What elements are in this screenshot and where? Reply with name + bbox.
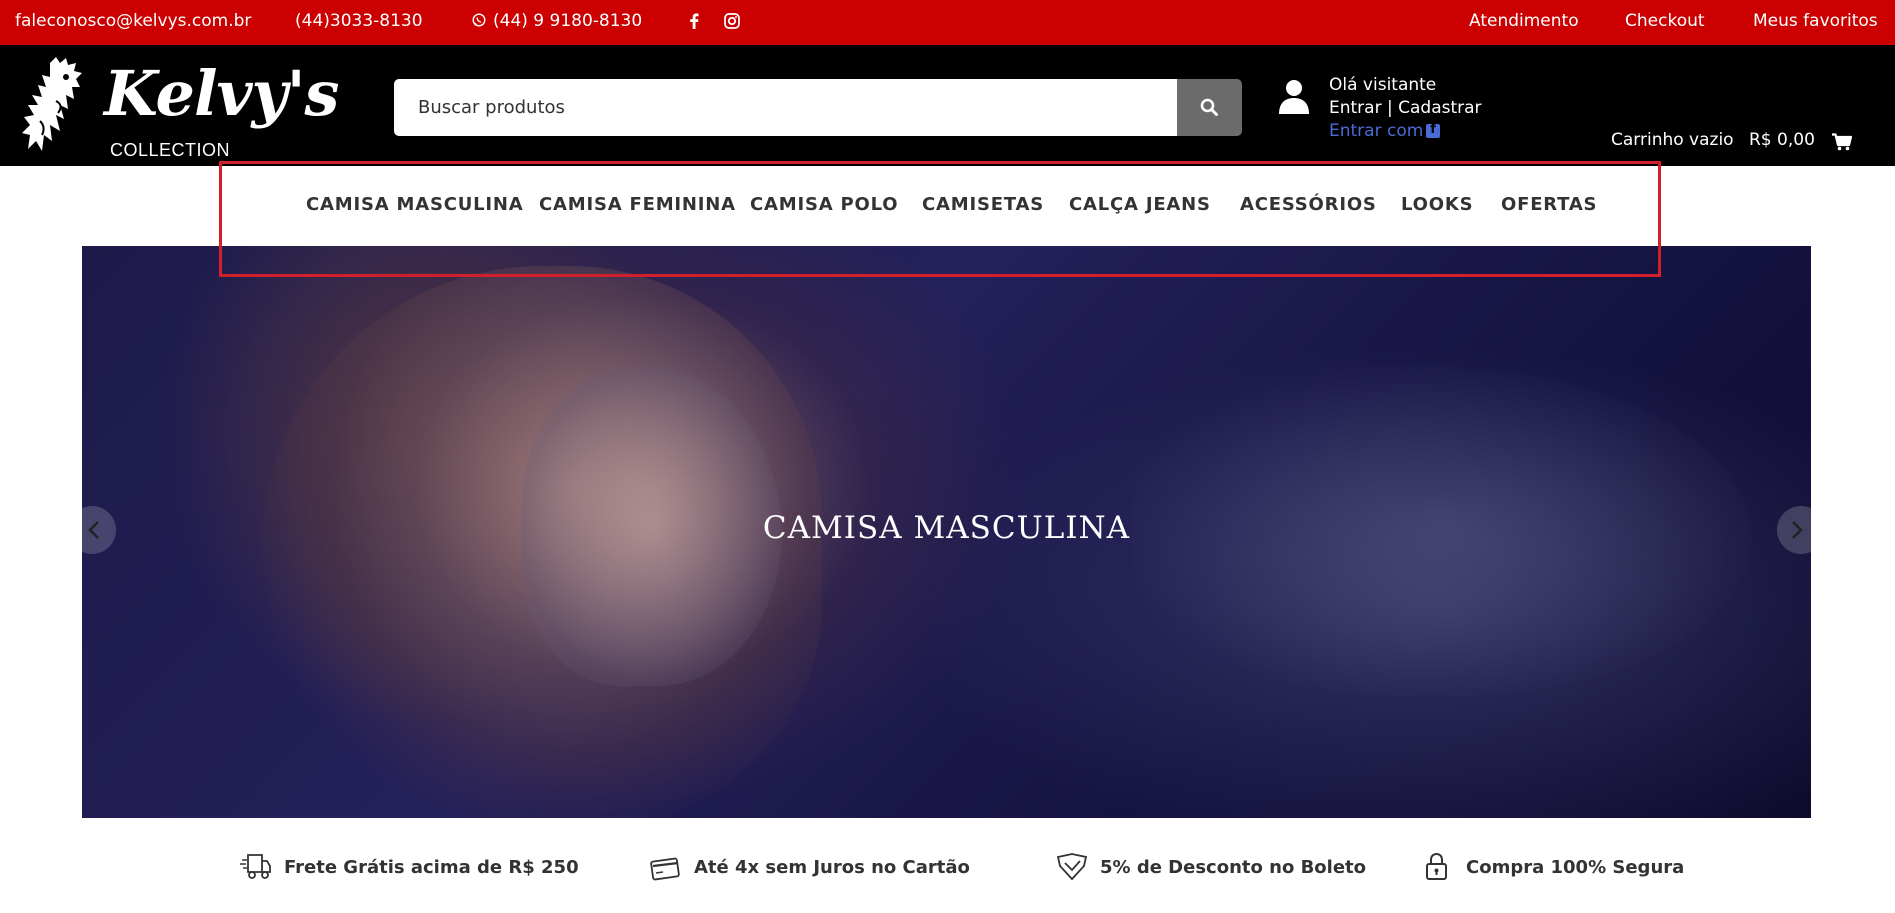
nav-item-camisetas[interactable]: CAMISETAS	[922, 194, 1044, 215]
card-icon	[650, 857, 680, 881]
chevron-right-icon	[1792, 521, 1803, 539]
atendimento-link[interactable]: Atendimento	[1469, 11, 1579, 31]
whatsapp-phone-link[interactable]: (44) 9 9180-8130	[493, 11, 642, 31]
features-strip: Frete Grátis acima de R$ 250 Até 4x sem …	[0, 852, 1895, 892]
cart-label: Carrinho vazio	[1611, 130, 1734, 150]
nav-item-looks[interactable]: LOOKS	[1401, 194, 1473, 215]
user-icon	[1279, 80, 1309, 114]
feature-text: Compra 100% Segura	[1466, 857, 1685, 878]
top-bar: faleconosco@kelvys.com.br (44)3033-8130 …	[0, 0, 1895, 45]
feature-text: Frete Grátis acima de R$ 250	[284, 857, 579, 878]
login-register-link[interactable]: Entrar | Cadastrar	[1329, 98, 1482, 118]
facebook-icon[interactable]	[689, 13, 699, 29]
chevron-left-icon	[88, 521, 99, 539]
truck-icon	[240, 854, 271, 879]
tag-icon	[1056, 853, 1088, 881]
checkout-link[interactable]: Checkout	[1625, 11, 1705, 31]
search-input[interactable]	[394, 79, 1177, 136]
instagram-icon[interactable]	[724, 13, 740, 29]
search-bar	[394, 79, 1242, 136]
cart-icon	[1832, 133, 1852, 151]
facebook-square-icon	[1426, 122, 1441, 138]
contact-phone-link[interactable]: (44)3033-8130	[295, 11, 423, 31]
nav-item-camisa-masculina[interactable]: CAMISA MASCULINA	[306, 194, 524, 215]
nav-item-ofertas[interactable]: OFERTAS	[1501, 194, 1597, 215]
whatsapp-icon	[472, 13, 486, 27]
banner-caption: CAMISA MASCULINA	[762, 510, 1131, 546]
search-icon	[1200, 98, 1218, 116]
brand-subtitle: COLLECTION	[110, 140, 231, 160]
favoritos-link[interactable]: Meus favoritos	[1753, 11, 1878, 31]
feature-text: 5% de Desconto no Boleto	[1100, 857, 1367, 878]
nav-item-camisa-polo[interactable]: CAMISA POLO	[750, 194, 898, 215]
nav-item-calca-jeans[interactable]: CALÇA JEANS	[1069, 194, 1211, 215]
cart-total: R$ 0,00	[1749, 130, 1815, 150]
main-navigation: CAMISA MASCULINA CAMISA FEMININA CAMISA …	[0, 166, 1895, 246]
site-logo[interactable]: Kelvy's COLLECTION	[20, 55, 339, 160]
search-button[interactable]	[1177, 79, 1242, 136]
facebook-login-label: Entrar com	[1329, 121, 1424, 141]
facebook-login-link[interactable]: Entrar com	[1329, 121, 1441, 141]
lock-icon	[1426, 852, 1447, 880]
lion-crest-icon	[22, 57, 82, 151]
hero-banner[interactable]: CAMISA MASCULINA	[82, 246, 1811, 818]
feature-text: Até 4x sem Juros no Cartão	[694, 857, 970, 878]
nav-item-acessorios[interactable]: ACESSÓRIOS	[1240, 194, 1377, 215]
nav-item-camisa-feminina[interactable]: CAMISA FEMININA	[539, 194, 736, 215]
greeting-text: Olá visitante	[1329, 75, 1437, 95]
contact-email-link[interactable]: faleconosco@kelvys.com.br	[15, 11, 251, 31]
site-header: Kelvy's COLLECTION Olá visitante Entrar …	[0, 45, 1895, 166]
banner-next-button[interactable]	[1777, 506, 1811, 554]
brand-name: Kelvy's	[104, 57, 339, 130]
